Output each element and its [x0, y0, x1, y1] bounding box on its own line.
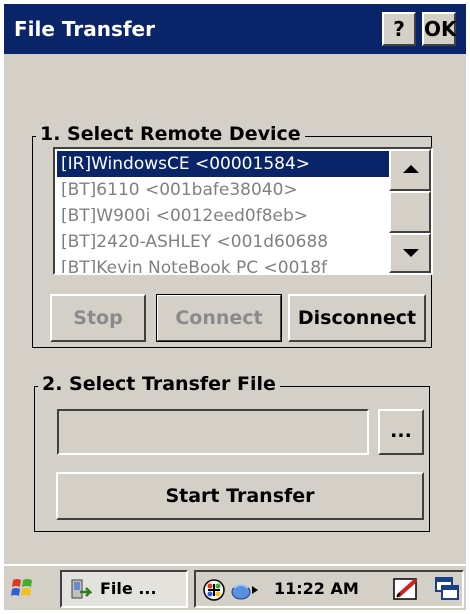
device-list-item[interactable]: [BT]6110 <001bafe38040> [57, 177, 389, 203]
scroll-up-button[interactable] [389, 149, 431, 191]
arrow-down-icon [403, 249, 419, 257]
window-title: File Transfer [14, 17, 155, 41]
transfer-file-group-label: 2. Select Transfer File [38, 372, 280, 396]
network-icon[interactable] [202, 578, 226, 602]
connection-status-icon[interactable] [230, 578, 260, 602]
system-tray: 11:22 AM [194, 570, 464, 608]
taskbar: File ... 11:22 AM [4, 564, 466, 610]
device-list-item[interactable]: [BT]2420-ASHLEY <001d60688 [57, 229, 389, 255]
device-list-item[interactable]: [IR]WindowsCE <00001584> [57, 151, 389, 177]
title-bar: File Transfer ? OK [4, 4, 466, 54]
file-transfer-app-icon [71, 579, 92, 599]
switch-window-icon[interactable] [434, 576, 460, 602]
device-list[interactable]: [IR]WindowsCE <00001584> [BT]6110 <001ba… [53, 147, 433, 275]
device-list-item[interactable]: [BT]W900i <0012eed0f8eb> [57, 203, 389, 229]
file-path-field[interactable] [57, 409, 369, 455]
device-list-item[interactable]: [BT]Kevin NoteBook PC <0018f [57, 255, 389, 273]
arrow-up-icon [403, 165, 419, 173]
stop-button[interactable]: Stop [50, 294, 146, 342]
windows-start-icon[interactable] [10, 575, 36, 601]
ok-button[interactable]: OK [422, 12, 457, 46]
taskbar-file-label: File ... [100, 579, 157, 598]
device-screen: File Transfer ? OK 1. Select Remote Devi… [4, 4, 466, 610]
remote-device-group-label: 1. Select Remote Device [36, 122, 305, 146]
connect-button[interactable]: Connect [156, 294, 282, 342]
stylus-input-icon[interactable] [392, 576, 422, 602]
scroll-thumb[interactable] [389, 191, 431, 233]
scroll-down-button[interactable] [389, 233, 431, 273]
help-button[interactable]: ? [382, 12, 416, 46]
clock[interactable]: 11:22 AM [274, 572, 359, 606]
taskbar-file-button[interactable]: File ... [60, 570, 188, 608]
start-transfer-button[interactable]: Start Transfer [56, 472, 424, 520]
disconnect-button[interactable]: Disconnect [288, 294, 426, 342]
device-list-scrollbar[interactable] [389, 149, 431, 273]
browse-button[interactable]: ... [378, 409, 424, 455]
